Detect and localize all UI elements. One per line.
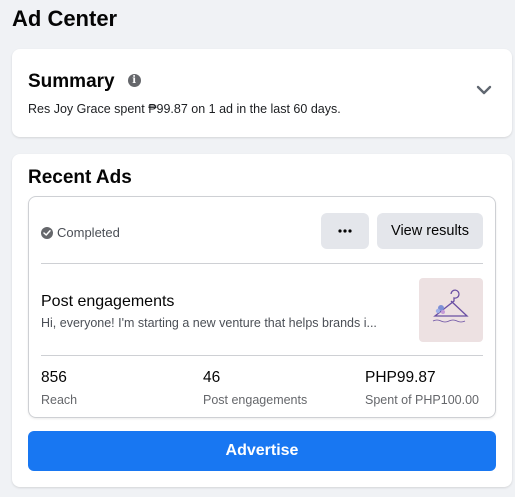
- metric-label: Spent of PHP100.00: [365, 393, 479, 407]
- metric-label: Reach: [41, 393, 78, 407]
- summary-header: Summary i: [28, 71, 141, 93]
- summary-title: Summary: [28, 71, 115, 92]
- view-results-button[interactable]: View results: [377, 213, 483, 249]
- info-icon[interactable]: i: [127, 73, 141, 87]
- status-badge: Completed: [41, 225, 120, 240]
- metric-spent: PHP99.87 Spent of PHP100.00: [365, 369, 479, 407]
- divider: [41, 355, 483, 356]
- more-icon: [338, 229, 352, 233]
- more-options-button[interactable]: [321, 213, 369, 249]
- summary-text: Res Joy Grace spent ₱99.87 on 1 ad in th…: [28, 102, 341, 116]
- recent-ads-title: Recent Ads: [28, 167, 132, 188]
- metric-value: PHP99.87: [365, 369, 436, 386]
- recent-ads-card: Recent Ads Completed View results Post e…: [12, 154, 512, 487]
- metric-label: Post engagements: [203, 393, 308, 407]
- ad-item[interactable]: Completed View results Post engagements …: [28, 196, 496, 418]
- ad-name: Post engagements: [41, 293, 175, 310]
- check-circle-icon: [41, 226, 53, 239]
- metric-post-engagements: 46 Post engagements: [203, 369, 307, 407]
- page-title: Ad Center: [12, 6, 118, 31]
- ad-description: Hi, everyone! I'm starting a new venture…: [41, 316, 377, 330]
- metric-value: 856: [41, 369, 67, 386]
- metric-value: 46: [203, 369, 221, 386]
- metric-reach: 856 Reach: [41, 369, 77, 407]
- summary-card[interactable]: Summary i Res Joy Grace spent ₱99.87 on …: [12, 49, 512, 137]
- status-label: Completed: [57, 225, 120, 240]
- chevron-down-icon[interactable]: [476, 84, 492, 96]
- hanger-logo: [432, 289, 469, 323]
- ad-thumbnail[interactable]: [419, 278, 483, 342]
- divider: [41, 263, 483, 264]
- advertise-button[interactable]: Advertise: [28, 431, 496, 471]
